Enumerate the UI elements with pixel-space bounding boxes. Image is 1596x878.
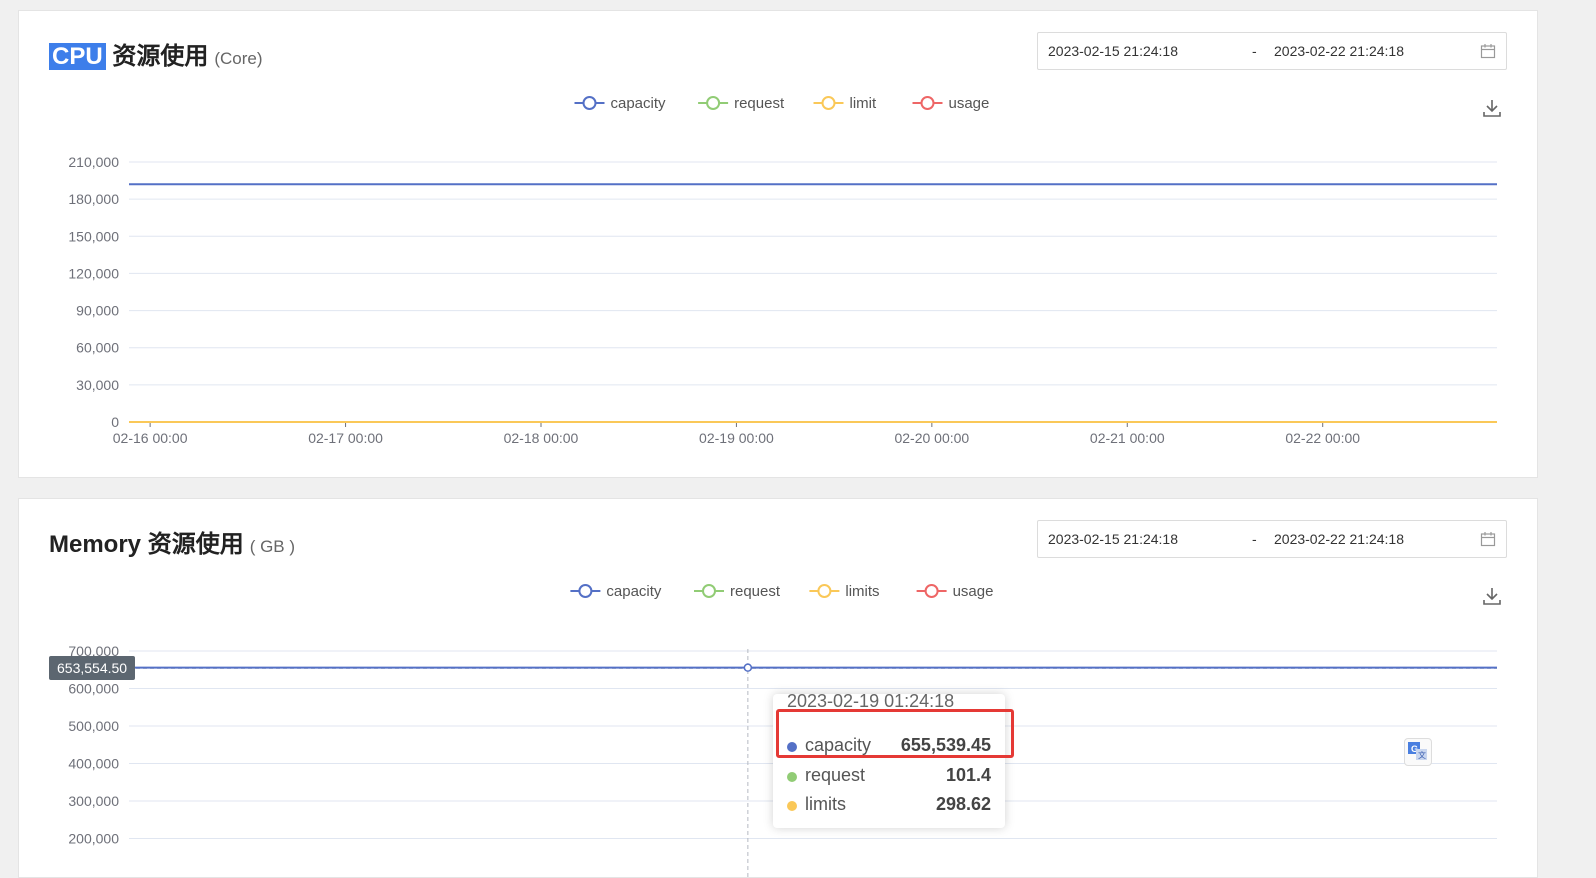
legend-item-request[interactable]: request [694, 583, 781, 600]
tooltip-row-request: request 101.4 [787, 764, 991, 788]
legend-label: request [734, 95, 785, 112]
legend-label: usage [953, 583, 994, 600]
legend-item-request[interactable]: request [698, 95, 785, 112]
legend-marker [582, 96, 597, 110]
svg-text:文: 文 [1418, 750, 1426, 760]
y-tick-label: 180,000 [68, 191, 119, 207]
y-tick-label: 0 [111, 414, 119, 430]
tooltip-series-name: limits [805, 794, 846, 814]
highlight-box [776, 709, 1014, 758]
y-tick-label: 300,000 [68, 793, 119, 809]
x-tick-label: 02-20 00:00 [894, 430, 969, 446]
cpu-panel: CPU 资源使用 (Core) 2023-02-15 21:24:18 - 202… [18, 10, 1538, 478]
y-tick-label: 200,000 [68, 831, 119, 847]
y-tick-label: 60,000 [76, 340, 119, 356]
y-tick-label: 600,000 [68, 681, 119, 697]
x-tick-label: 02-19 00:00 [699, 430, 774, 446]
tooltip-row-limits: limits 298.62 [787, 793, 991, 817]
y-tick-label: 90,000 [76, 303, 119, 319]
legend-label: capacity [606, 583, 662, 600]
y-tick-label: 210,000 [68, 154, 119, 170]
x-tick-label: 02-21 00:00 [1090, 430, 1165, 446]
y-tick-label: 150,000 [68, 228, 119, 244]
series-dot [787, 801, 797, 811]
tooltip-series-value: 101.4 [945, 765, 991, 785]
legend-marker [821, 96, 836, 110]
y-tick-label: 400,000 [68, 756, 119, 772]
legend-item-capacity[interactable]: capacity [574, 95, 667, 112]
y-tick-label: 30,000 [76, 377, 119, 393]
legend-label: limits [845, 583, 879, 600]
legend-marker [817, 584, 832, 598]
legend-item-capacity[interactable]: capacity [570, 583, 662, 600]
legend-item-usage[interactable]: usage [916, 583, 994, 600]
legend-marker [920, 96, 935, 110]
legend-item-usage[interactable]: usage [912, 95, 990, 112]
x-tick-label: 02-18 00:00 [504, 430, 579, 446]
tooltip-series-value: 298.62 [935, 794, 991, 814]
tooltip-series-name: request [805, 765, 866, 785]
legend-label: request [730, 583, 781, 600]
legend-label: usage [949, 95, 990, 112]
legend-label: limit [850, 95, 877, 112]
x-tick-label: 02-17 00:00 [308, 430, 383, 446]
legend-item-limits[interactable]: limits [809, 583, 880, 600]
legend-marker [578, 584, 593, 598]
x-tick-label: 02-16 00:00 [113, 430, 188, 446]
cpu-chart: 0 30,000 60,000 90,000 120,000 150,000 180,000… [68, 95, 1497, 446]
axis-pointer-label: 653,554.50 [49, 656, 136, 680]
series-dot [787, 772, 797, 782]
x-tick-label: 02-22 00:00 [1285, 430, 1360, 446]
memory-panel: Memory 资源使用( GB ) 2023-02-15 21:24:18 - … [18, 498, 1538, 878]
legend-item-limit[interactable]: limit [813, 95, 877, 112]
legend-label: capacity [611, 95, 667, 112]
series-point-capacity [743, 663, 753, 672]
translate-icon[interactable]: G 文 [1404, 738, 1432, 766]
legend-marker [706, 96, 721, 110]
legend-marker [702, 584, 716, 598]
y-tick-label: 500,000 [68, 718, 119, 734]
y-tick-label: 120,000 [68, 265, 119, 281]
legend-marker [924, 584, 939, 598]
